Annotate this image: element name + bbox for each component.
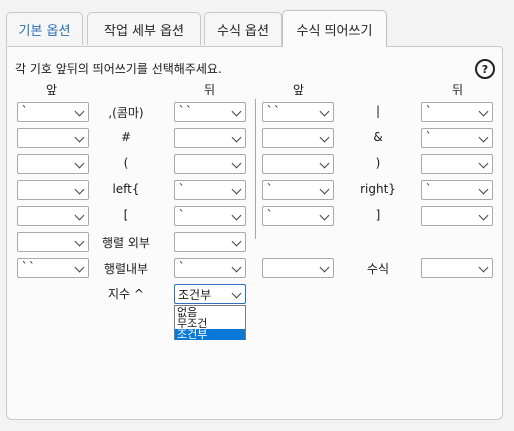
chevron-down-icon xyxy=(74,236,85,247)
after-select-matrix-outer[interactable] xyxy=(174,232,246,252)
after-select-left-bracket[interactable]: ` xyxy=(174,206,246,226)
symbol-label-right-paren: ) xyxy=(375,156,381,170)
before-select-left-brace[interactable] xyxy=(17,180,89,200)
tab-formula-spacing[interactable]: 수식 띄어쓰기 xyxy=(282,10,387,47)
symbol-label-left-brace: left{ xyxy=(112,182,140,196)
after-select-right-brace[interactable]: ` xyxy=(421,180,493,200)
symbol-label-matrix-inner: 행렬내부 xyxy=(103,262,149,276)
before-select-right-brace[interactable]: ` xyxy=(262,180,334,200)
chevron-down-icon xyxy=(319,158,330,169)
chevron-down-icon xyxy=(319,132,330,143)
symbol-label-right-brace: right} xyxy=(360,182,396,196)
chevron-down-icon xyxy=(478,184,489,195)
chevron-down-icon xyxy=(319,210,330,221)
chevron-down-icon xyxy=(231,106,242,117)
select-value: ` xyxy=(266,182,274,196)
chevron-down-icon xyxy=(74,132,85,143)
chevron-down-icon xyxy=(231,262,242,273)
select-value: 조건부 xyxy=(178,288,212,302)
tab-formula-options[interactable]: 수식 옵션 xyxy=(204,12,282,45)
before-select-ampersand[interactable] xyxy=(262,128,334,148)
after-select-comma[interactable]: `` xyxy=(174,102,246,122)
chevron-down-icon xyxy=(478,158,489,169)
chevron-down-icon xyxy=(319,184,330,195)
chevron-down-icon xyxy=(231,158,242,169)
symbol-label-pipe: | xyxy=(375,104,381,118)
header-left-after: 뒤 xyxy=(204,83,216,97)
select-value: `` xyxy=(178,104,193,118)
chevron-down-icon xyxy=(231,184,242,195)
chevron-down-icon xyxy=(74,210,85,221)
chevron-down-icon xyxy=(74,262,85,273)
chevron-down-icon xyxy=(319,262,330,273)
after-select-right-paren[interactable] xyxy=(421,154,493,174)
chevron-down-icon xyxy=(231,210,242,221)
exponent-dropdown-list: 없음 무조건 조건부 xyxy=(174,305,246,340)
select-value: `` xyxy=(266,104,281,118)
select-value: ` xyxy=(178,208,186,222)
before-select-pipe[interactable]: `` xyxy=(262,102,334,122)
chevron-down-icon xyxy=(478,210,489,221)
select-value: ` xyxy=(178,260,186,274)
dropdown-option-conditional[interactable]: 조건부 xyxy=(175,329,245,340)
select-value: ` xyxy=(425,130,433,144)
chevron-down-icon xyxy=(74,184,85,195)
symbol-label-right-bracket: ] xyxy=(375,208,381,222)
after-select-pipe[interactable]: ` xyxy=(421,102,493,122)
select-value: ` xyxy=(425,104,433,118)
tab-task-detail-options[interactable]: 작업 세부 옵션 xyxy=(87,12,201,45)
chevron-down-icon xyxy=(74,158,85,169)
before-select-matrix-outer[interactable] xyxy=(17,232,89,252)
chevron-down-icon xyxy=(478,106,489,117)
symbol-label-left-paren: ( xyxy=(123,156,129,170)
chevron-down-icon xyxy=(231,236,242,247)
select-value: ` xyxy=(266,208,274,222)
symbol-label-formula: 수식 xyxy=(366,262,390,276)
before-select-matrix-inner[interactable]: `` xyxy=(17,258,89,278)
before-select-right-bracket[interactable]: ` xyxy=(262,206,334,226)
chevron-down-icon xyxy=(478,132,489,143)
chevron-down-icon xyxy=(74,106,85,117)
after-select-left-brace[interactable]: ` xyxy=(174,180,246,200)
chevron-down-icon xyxy=(231,132,242,143)
tab-basic-options[interactable]: 기본 옵션 xyxy=(6,12,83,45)
before-select-left-paren[interactable] xyxy=(17,154,89,174)
after-select-hash[interactable] xyxy=(174,128,246,148)
header-right-before: 앞 xyxy=(293,83,305,97)
column-divider xyxy=(255,99,256,239)
after-select-ampersand[interactable]: ` xyxy=(421,128,493,148)
symbol-label-ampersand: & xyxy=(373,130,383,144)
before-select-hash[interactable] xyxy=(17,128,89,148)
before-select-left-bracket[interactable] xyxy=(17,206,89,226)
header-left-before: 앞 xyxy=(46,83,58,97)
select-value: ` xyxy=(425,182,433,196)
chevron-down-icon xyxy=(478,262,489,273)
after-select-formula[interactable] xyxy=(421,258,493,278)
symbol-label-comma: ,(콤마) xyxy=(108,106,144,120)
before-select-comma[interactable]: ` xyxy=(17,102,89,122)
before-select-right-paren[interactable] xyxy=(262,154,334,174)
symbol-label-left-bracket: [ xyxy=(123,208,129,222)
instruction-text: 각 기호 앞뒤의 띄어쓰기를 선택해주세요. xyxy=(15,62,222,76)
header-right-after: 뒤 xyxy=(452,83,464,97)
exponent-select[interactable]: 조건부 xyxy=(174,284,246,304)
symbol-label-matrix-outer: 행렬 외부 xyxy=(102,236,150,250)
chevron-down-icon xyxy=(231,288,242,299)
after-select-right-bracket[interactable] xyxy=(421,206,493,226)
select-value: `` xyxy=(21,260,36,274)
symbol-label-hash: # xyxy=(120,130,132,144)
help-icon[interactable]: ? xyxy=(475,59,495,79)
select-value: ` xyxy=(178,182,186,196)
before-select-formula[interactable] xyxy=(262,258,334,278)
chevron-down-icon xyxy=(319,106,330,117)
after-select-left-paren[interactable] xyxy=(174,154,246,174)
select-value: ` xyxy=(21,104,29,118)
after-select-matrix-inner[interactable]: ` xyxy=(174,258,246,278)
exponent-label: 지수 ^ xyxy=(108,287,144,301)
